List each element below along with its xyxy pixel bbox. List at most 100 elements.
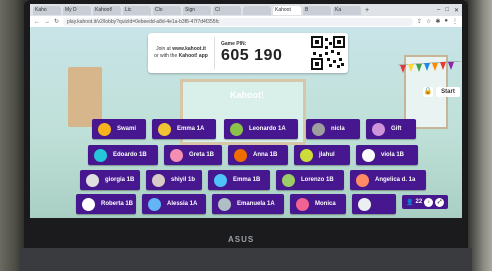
game-pin-box: Game PIN: 605 190	[214, 37, 311, 69]
browser-tab[interactable]: Lic	[123, 5, 151, 15]
player-tile: Emma 1A	[152, 119, 216, 139]
game-pin-panel: Join at www.kahoot.it or with the Kahoot…	[148, 33, 348, 73]
start-button[interactable]: Start	[436, 87, 460, 97]
player-name: jlahul	[319, 152, 335, 158]
player-name: viola 1B	[381, 152, 405, 158]
player-name: Anna 1B	[253, 152, 278, 158]
player-avatar-icon	[86, 173, 99, 187]
laptop-base	[20, 248, 472, 271]
fullscreen-icon[interactable]: ⤢	[435, 197, 445, 207]
player-avatar-icon	[158, 122, 171, 136]
player-name: Angelica d. 1a	[375, 177, 416, 183]
kahoot-lobby: Kahoot! Join at www.kahoot.it or with th…	[30, 27, 462, 218]
browser-tab[interactable]: Sign	[183, 5, 211, 15]
browser-tab-bar: Kaho My D Kahoot! Lic Clo Sign Cl Kahoot…	[30, 4, 462, 16]
kahoot-logo: Kahoot!	[230, 90, 264, 100]
player-name: shiyil 1b	[171, 177, 196, 183]
player-tile: Lorenzo 1B	[276, 170, 344, 190]
laptop-screen: Kaho My D Kahoot! Lic Clo Sign Cl Kahoot…	[30, 4, 462, 218]
share-icon[interactable]: ⇪	[417, 18, 422, 25]
join-app: Kahoot! app	[178, 53, 208, 59]
browser-tab[interactable]: My D	[63, 5, 91, 15]
player-avatar-icon	[362, 148, 375, 162]
reload-icon[interactable]: ↻	[54, 18, 59, 25]
lock-icon[interactable]: 🔒	[423, 87, 433, 97]
player-name: Swami	[117, 126, 137, 132]
player-count: 22	[415, 199, 423, 205]
player-avatar-icon	[296, 197, 309, 211]
browser-tab[interactable]: Clo	[153, 5, 181, 15]
player-tile: Monica	[290, 194, 346, 214]
player-tile: Anna 1B	[228, 145, 288, 165]
star-icon[interactable]: ☆	[426, 18, 431, 25]
player-avatar-icon	[372, 122, 385, 136]
player-avatar-icon	[356, 173, 369, 187]
player-avatar-icon	[98, 122, 111, 136]
browser-tab-active[interactable]: Kahoot	[273, 5, 301, 15]
browser-tab[interactable]	[243, 5, 271, 15]
player-tile: Gift	[366, 119, 416, 139]
player-count-bar: 👤 22 ♪ ⤢	[402, 195, 449, 209]
player-avatar-icon	[358, 197, 371, 211]
laptop-brand-logo: ASUS	[228, 235, 255, 244]
browser-tab[interactable]: Kaho	[33, 5, 61, 15]
player-tile: viola 1B	[356, 145, 418, 165]
player-name: Lorenzo 1B	[301, 177, 334, 183]
person-icon: 👤	[406, 199, 414, 206]
browser-tab[interactable]: B	[303, 5, 331, 15]
browser-tab[interactable]: Kahoot!	[93, 5, 121, 15]
player-name: Roberta 1B	[101, 201, 134, 207]
join-site: www.kahoot.it	[172, 46, 206, 52]
player-avatar-icon	[94, 148, 107, 162]
player-name: Emanuela 1A	[237, 201, 275, 207]
player-name: Alessia 1A	[167, 201, 198, 207]
forward-icon[interactable]: →	[44, 19, 50, 25]
player-tile: Greta 1B	[164, 145, 222, 165]
new-tab-icon[interactable]: +	[363, 7, 371, 14]
player-tile: Leonardo 1A	[224, 119, 298, 139]
extensions-icon[interactable]: ✱	[435, 18, 440, 25]
sound-icon[interactable]: ♪	[424, 197, 434, 207]
join-line2: or with the	[154, 53, 178, 59]
player-avatar-icon	[170, 148, 183, 162]
player-tile: Alessia 1A	[142, 194, 206, 214]
browser-tab[interactable]: Cl	[213, 5, 241, 15]
join-line1: Join at	[156, 46, 171, 52]
player-name: giorgia 1B	[105, 177, 135, 183]
player-name: Edoardo 1B	[113, 152, 147, 158]
profile-icon[interactable]: ●	[444, 18, 448, 25]
player-tile: jlahul	[294, 145, 350, 165]
join-instructions: Join at www.kahoot.it or with the Kahoot…	[148, 46, 214, 60]
bunting-flags-illustration	[398, 61, 462, 73]
player-avatar-icon	[152, 173, 165, 187]
qr-code-icon	[311, 36, 345, 70]
player-tile: Roberta 1B	[76, 194, 136, 214]
player-name: Monica	[315, 201, 336, 207]
player-avatar-icon	[148, 197, 161, 211]
player-tile: Edoardo 1B	[88, 145, 158, 165]
window-controls: – □ ✕	[437, 7, 459, 14]
minimize-icon[interactable]: –	[437, 7, 440, 14]
player-name: Leonardo 1A	[249, 126, 286, 132]
player-tile: nicla	[306, 119, 360, 139]
back-icon[interactable]: ←	[34, 19, 40, 25]
player-avatar-icon	[82, 197, 95, 211]
player-avatar-icon	[300, 148, 313, 162]
player-avatar-icon	[214, 173, 227, 187]
laptop-bottom-bezel	[24, 218, 468, 250]
player-tile	[352, 194, 396, 214]
player-name: Emma 1A	[177, 126, 205, 132]
player-name: Greta 1B	[189, 152, 215, 158]
maximize-icon[interactable]: □	[445, 7, 449, 14]
background-wall-left	[0, 0, 26, 271]
close-icon[interactable]: ✕	[454, 7, 459, 14]
player-avatar-icon	[234, 148, 247, 162]
browser-tab[interactable]: Ka	[333, 5, 361, 15]
player-tile: giorgia 1B	[80, 170, 140, 190]
player-name: Gift	[391, 126, 402, 132]
player-tile: Emanuela 1A	[212, 194, 284, 214]
player-avatar-icon	[218, 197, 231, 211]
bookshelf-illustration	[68, 67, 102, 127]
url-input[interactable]: play.kahoot.it/v2/lobby?quizId=0ebeedd-a…	[63, 17, 413, 26]
menu-icon[interactable]: ⋮	[452, 18, 458, 25]
